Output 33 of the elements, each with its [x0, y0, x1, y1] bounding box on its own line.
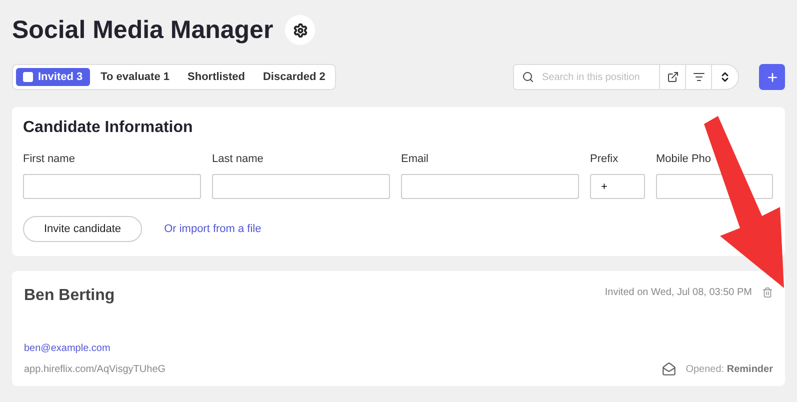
plus-icon: [766, 70, 778, 84]
invite-url: app.hireflix.com/AqVisgyTUheG: [24, 364, 166, 374]
invite-button[interactable]: Invite candidate: [23, 216, 142, 242]
input-field[interactable]: [212, 174, 390, 199]
input-field[interactable]: [401, 174, 579, 199]
invited-date: Invited on Wed, Jul 08, 03:50 PM: [604, 287, 752, 298]
filter-icon: [692, 71, 704, 83]
import-link[interactable]: Or import from a file: [164, 223, 262, 235]
field-label: Mobile Pho: [656, 153, 712, 165]
mail-open-icon: [662, 362, 676, 376]
tab[interactable]: Invited 3: [16, 68, 90, 86]
settings-icon: [292, 22, 308, 38]
input-field[interactable]: +: [590, 174, 645, 199]
external-link-icon: [666, 71, 678, 83]
field-label: Email: [401, 153, 430, 165]
status-text: Opened: Reminder: [686, 364, 773, 374]
tab[interactable]: To evaluate 1: [94, 68, 177, 86]
sort-icon: [719, 71, 731, 83]
field-label: Last name: [212, 153, 264, 165]
page-title: Social Media Manager: [12, 16, 274, 44]
input-field[interactable]: [23, 174, 201, 199]
tab[interactable]: Discarded 2: [256, 68, 332, 86]
search-field[interactable]: Search in this position: [540, 70, 650, 84]
candidate-name: Ben Berting: [24, 287, 115, 305]
card-title: Candidate Information: [23, 119, 194, 137]
email-link[interactable]: ben@example.com: [24, 343, 773, 354]
add-button[interactable]: [759, 64, 785, 90]
settings-button[interactable]: [285, 15, 316, 45]
field-label: First name: [23, 153, 76, 165]
tab[interactable]: Shortlisted: [180, 68, 252, 86]
delete-icon[interactable]: [762, 287, 773, 298]
field-label: Prefix: [590, 153, 620, 165]
search-icon: [522, 71, 534, 83]
